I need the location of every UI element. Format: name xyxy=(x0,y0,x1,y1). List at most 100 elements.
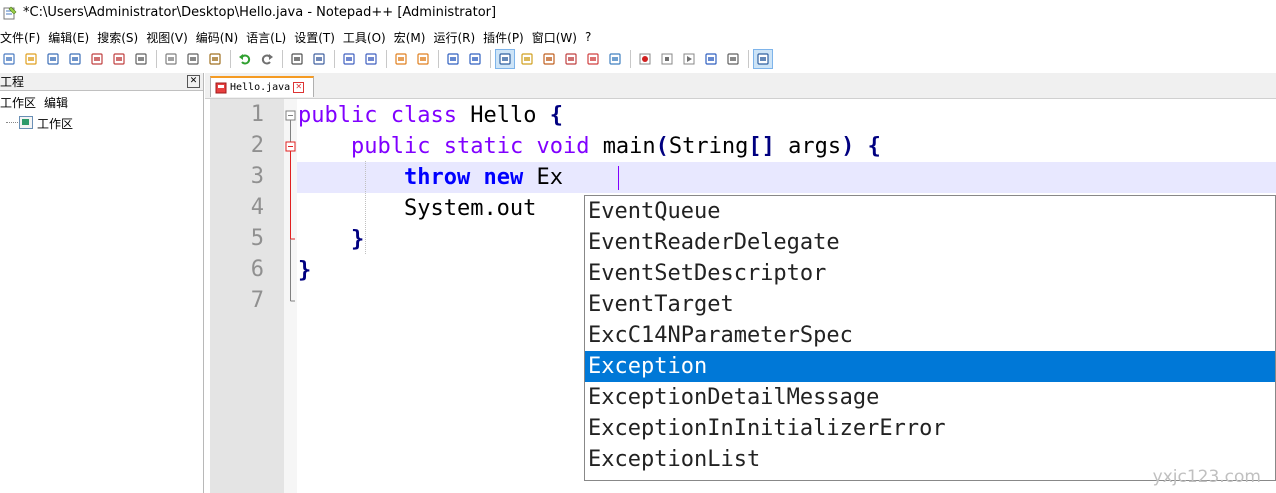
new-file-icon[interactable] xyxy=(0,50,18,68)
menu-item-2[interactable]: 搜索(S) xyxy=(96,29,144,46)
menu-item-11[interactable]: 窗口(W) xyxy=(531,29,583,46)
autocomplete-item[interactable]: EventQueue xyxy=(585,196,1275,227)
tab-close-icon[interactable]: ✕ xyxy=(293,82,305,93)
keyword: void xyxy=(536,134,590,159)
doc-map-icon[interactable] xyxy=(540,50,558,68)
menu-item-10[interactable]: 插件(P) xyxy=(482,29,530,46)
keyword: new xyxy=(483,165,524,190)
save-all-icon[interactable] xyxy=(66,50,84,68)
keyword: static xyxy=(443,134,524,159)
notepad-plus-plus-icon xyxy=(3,6,17,19)
copy-icon[interactable] xyxy=(184,50,202,68)
brace: } xyxy=(350,227,365,252)
typed-text: Ex xyxy=(536,165,563,190)
title-bar: *C:\Users\Administrator\Desktop\Hello.ja… xyxy=(0,0,1276,25)
save-icon[interactable] xyxy=(44,50,62,68)
stop-record-icon[interactable] xyxy=(658,50,676,68)
workspace-icon xyxy=(19,116,33,129)
code-text: System.out xyxy=(403,196,537,221)
toolbar-separator xyxy=(334,50,335,68)
keyword: class xyxy=(390,103,457,128)
toolbar-separator xyxy=(386,50,387,68)
redo-icon[interactable] xyxy=(258,50,276,68)
menu-item-3[interactable]: 视图(V) xyxy=(145,29,194,46)
replace-icon[interactable] xyxy=(310,50,328,68)
paren: ) xyxy=(841,134,855,159)
toolbar-separator xyxy=(490,50,491,68)
autocomplete-item-selected[interactable]: Exception xyxy=(585,351,1275,382)
monitor-icon[interactable] xyxy=(606,50,624,68)
tree-item-workspace[interactable]: 工作区 xyxy=(0,113,203,133)
autocomplete-item[interactable]: EventTarget xyxy=(585,289,1275,320)
autocomplete-item[interactable]: ExcC14NParameterSpec xyxy=(585,320,1275,351)
wrap-icon[interactable] xyxy=(444,50,462,68)
record-macro-icon[interactable] xyxy=(636,50,654,68)
udl-icon[interactable] xyxy=(518,50,536,68)
menu-item-8[interactable]: 宏(M) xyxy=(393,29,432,46)
autocomplete-item[interactable]: ExceptionInInitializerError xyxy=(585,413,1275,444)
code-line-3: throw new Ex xyxy=(298,162,563,193)
toolbar-separator xyxy=(438,50,439,68)
toolbar-separator xyxy=(230,50,231,68)
play-macro-icon[interactable] xyxy=(680,50,698,68)
panel-title: 工程 xyxy=(0,75,25,89)
line-number: 7 xyxy=(250,288,264,313)
panel-menu-workspace[interactable]: 工作区 xyxy=(0,94,36,111)
sync-h-icon[interactable] xyxy=(414,50,432,68)
toolbar-separator xyxy=(748,50,749,68)
zoom-out-icon[interactable] xyxy=(362,50,380,68)
menu-item-5[interactable]: 语言(L) xyxy=(245,29,292,46)
panel-close-icon[interactable]: ✕ xyxy=(187,75,200,88)
menu-item-6[interactable]: 设置(T) xyxy=(293,29,341,46)
method-name: main xyxy=(602,134,656,159)
sync-v-icon[interactable] xyxy=(392,50,410,68)
brackets: [] xyxy=(748,134,775,159)
paste-icon[interactable] xyxy=(206,50,224,68)
zoom-in-icon[interactable] xyxy=(340,50,358,68)
save-macro-icon[interactable] xyxy=(724,50,742,68)
fold-markers xyxy=(285,110,296,302)
find-icon[interactable] xyxy=(288,50,306,68)
unsaved-file-icon xyxy=(215,82,227,93)
line-number: 2 xyxy=(250,133,264,158)
code-line-1: public class Hello { xyxy=(298,100,563,131)
line-number: 6 xyxy=(250,257,264,282)
run-multiple-icon[interactable] xyxy=(702,50,720,68)
code-line-2: public static void main(String[] args) { xyxy=(298,131,881,162)
menu-item-9[interactable]: 运行(R) xyxy=(432,29,481,46)
autocomplete-list[interactable]: EventQueue EventReaderDelegate EventSetDes… xyxy=(584,195,1276,481)
menu-item-1[interactable]: 编辑(E) xyxy=(47,29,95,46)
autocomplete-item[interactable]: EventSetDescriptor xyxy=(585,258,1275,289)
keyword: public xyxy=(350,134,431,159)
keyword: public xyxy=(298,103,378,128)
brace: { xyxy=(549,103,563,128)
close-icon[interactable] xyxy=(88,50,106,68)
menu-item-12[interactable]: ? xyxy=(584,30,597,44)
function-list-icon[interactable] xyxy=(562,50,580,68)
brace: { xyxy=(867,134,881,159)
toolbar-separator xyxy=(630,50,631,68)
undo-icon[interactable] xyxy=(236,50,254,68)
paren: ( xyxy=(655,134,669,159)
open-file-icon[interactable] xyxy=(22,50,40,68)
tab-label: Hello.java xyxy=(230,82,291,93)
print-icon[interactable] xyxy=(132,50,150,68)
line-number: 5 xyxy=(250,226,264,251)
indent-guide-icon[interactable] xyxy=(495,49,515,69)
arg-name: args xyxy=(788,134,842,159)
text-caret xyxy=(618,166,619,190)
panel-toggle-icon[interactable] xyxy=(753,49,773,69)
menu-item-7[interactable]: 工具(O) xyxy=(342,29,392,46)
autocomplete-item[interactable]: EventReaderDelegate xyxy=(585,227,1275,258)
tab-hello-java[interactable]: Hello.java ✕ xyxy=(210,76,314,97)
panel-menu-edit[interactable]: 编辑 xyxy=(44,94,68,111)
cut-icon[interactable] xyxy=(162,50,180,68)
code-line-6: } xyxy=(298,255,311,286)
show-all-chars-icon[interactable] xyxy=(466,50,484,68)
folder-workspace-icon[interactable] xyxy=(584,50,602,68)
close-all-icon[interactable] xyxy=(110,50,128,68)
toolbar-separator xyxy=(282,50,283,68)
menu-item-4[interactable]: 编码(N) xyxy=(195,29,244,46)
menu-item-0[interactable]: 文件(F) xyxy=(0,29,46,46)
autocomplete-item[interactable]: ExceptionDetailMessage xyxy=(585,382,1275,413)
